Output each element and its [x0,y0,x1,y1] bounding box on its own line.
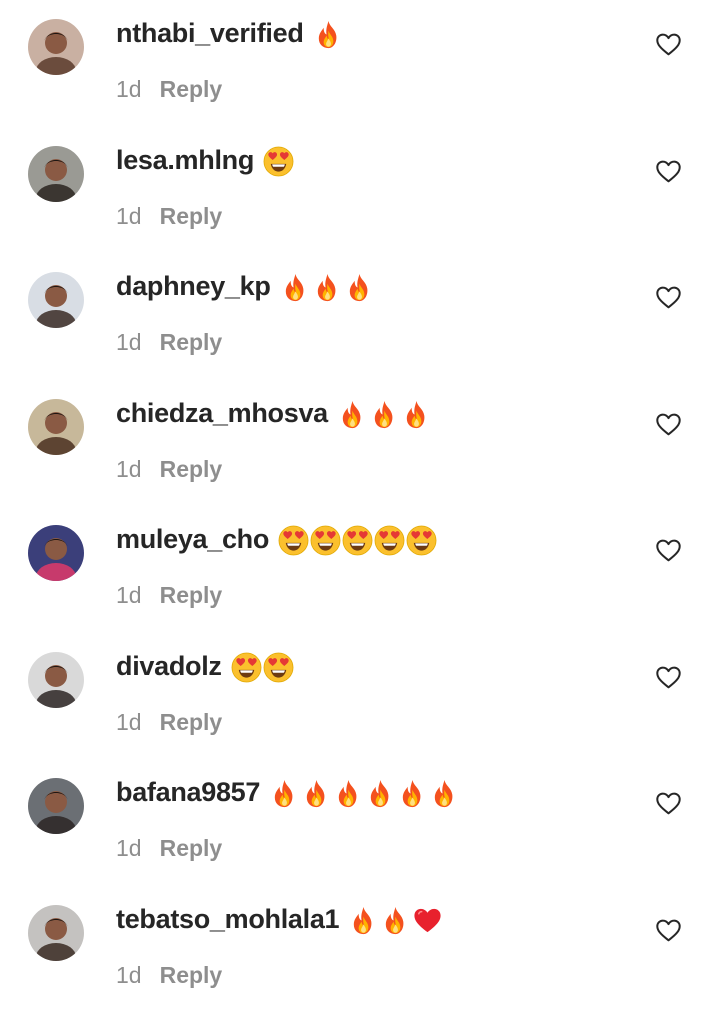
fire-emoji-icon [397,778,428,809]
comment-text [313,17,344,51]
fire-emoji-icon [312,272,343,303]
avatar[interactable] [28,272,84,328]
comment-item: bafana9857 1d Reply [0,759,720,885]
reply-button[interactable]: Reply [160,76,223,103]
heart-outline-icon[interactable] [656,919,681,942]
comment-username[interactable]: lesa.mhlng [116,145,254,176]
heart-eyes-emoji-icon [231,652,262,683]
fire-emoji-icon [369,399,400,430]
heart-eyes-emoji-icon [406,525,437,556]
heart-outline-icon[interactable] [656,286,681,309]
comment-username[interactable]: bafana9857 [116,777,260,808]
fire-emoji-icon [280,272,311,303]
comment-meta: 1d Reply [116,835,222,862]
red-heart-emoji-icon [412,905,443,936]
comment-item: divadolz 1d Reply [0,633,720,759]
heart-outline-icon[interactable] [656,539,681,562]
comment-meta: 1d Reply [116,76,222,103]
comment-text [337,397,432,431]
fire-emoji-icon [333,778,364,809]
comment-text [269,776,460,810]
avatar[interactable] [28,399,84,455]
comment-timestamp: 1d [116,582,142,608]
fire-emoji-icon [348,905,379,936]
heart-eyes-emoji-icon [310,525,341,556]
reply-button[interactable]: Reply [160,709,223,736]
comment-timestamp: 1d [116,835,142,861]
reply-button[interactable]: Reply [160,582,223,609]
reply-button[interactable]: Reply [160,329,223,356]
comment-item: tebatso_mohlala1 1d Reply [0,886,720,1012]
heart-outline-icon[interactable] [656,413,681,436]
fire-emoji-icon [313,19,344,50]
fire-emoji-icon [344,272,375,303]
heart-eyes-emoji-icon [263,652,294,683]
avatar[interactable] [28,778,84,834]
fire-emoji-icon [337,399,368,430]
comment-timestamp: 1d [116,962,142,988]
comment-item: chiedza_mhosva 1d Reply [0,380,720,506]
comment-item: muleya_cho 1d Reply [0,506,720,632]
comment-username[interactable]: nthabi_verified [116,18,304,49]
fire-emoji-icon [301,778,332,809]
comment-item: nthabi_verified 1d Reply [0,0,720,126]
comment-username[interactable]: daphney_kp [116,271,271,302]
heart-outline-icon[interactable] [656,792,681,815]
heart-outline-icon[interactable] [656,160,681,183]
comment-timestamp: 1d [116,329,142,355]
comment-timestamp: 1d [116,76,142,102]
heart-outline-icon[interactable] [656,33,681,56]
comment-username[interactable]: divadolz [116,651,222,682]
comments-list: nthabi_verified 1d Reply lesa.mhlng 1d Reply d… [0,0,720,989]
comment-meta: 1d Reply [116,329,222,356]
comment-meta: 1d Reply [116,203,222,230]
comment-text [278,523,437,557]
comment-username[interactable]: chiedza_mhosva [116,398,328,429]
comment-username[interactable]: tebatso_mohlala1 [116,904,340,935]
comment-meta: 1d Reply [116,582,222,609]
reply-button[interactable]: Reply [160,835,223,862]
comment-meta: 1d Reply [116,962,222,989]
comment-item: daphney_kp 1d Reply [0,253,720,379]
avatar[interactable] [28,19,84,75]
heart-eyes-emoji-icon [374,525,405,556]
reply-button[interactable]: Reply [160,203,223,230]
comment-item: lesa.mhlng 1d Reply [0,127,720,253]
heart-eyes-emoji-icon [278,525,309,556]
fire-emoji-icon [269,778,300,809]
comment-meta: 1d Reply [116,709,222,736]
comment-timestamp: 1d [116,203,142,229]
comment-text [263,144,294,178]
fire-emoji-icon [429,778,460,809]
comment-text [231,650,294,684]
comment-text [280,270,375,304]
comment-username[interactable]: muleya_cho [116,524,269,555]
comment-timestamp: 1d [116,709,142,735]
comment-text [348,903,443,937]
fire-emoji-icon [401,399,432,430]
comment-meta: 1d Reply [116,456,222,483]
avatar[interactable] [28,525,84,581]
heart-eyes-emoji-icon [263,146,294,177]
fire-emoji-icon [365,778,396,809]
heart-outline-icon[interactable] [656,666,681,689]
avatar[interactable] [28,905,84,961]
reply-button[interactable]: Reply [160,962,223,989]
reply-button[interactable]: Reply [160,456,223,483]
heart-eyes-emoji-icon [342,525,373,556]
avatar[interactable] [28,146,84,202]
fire-emoji-icon [380,905,411,936]
avatar[interactable] [28,652,84,708]
comment-timestamp: 1d [116,456,142,482]
